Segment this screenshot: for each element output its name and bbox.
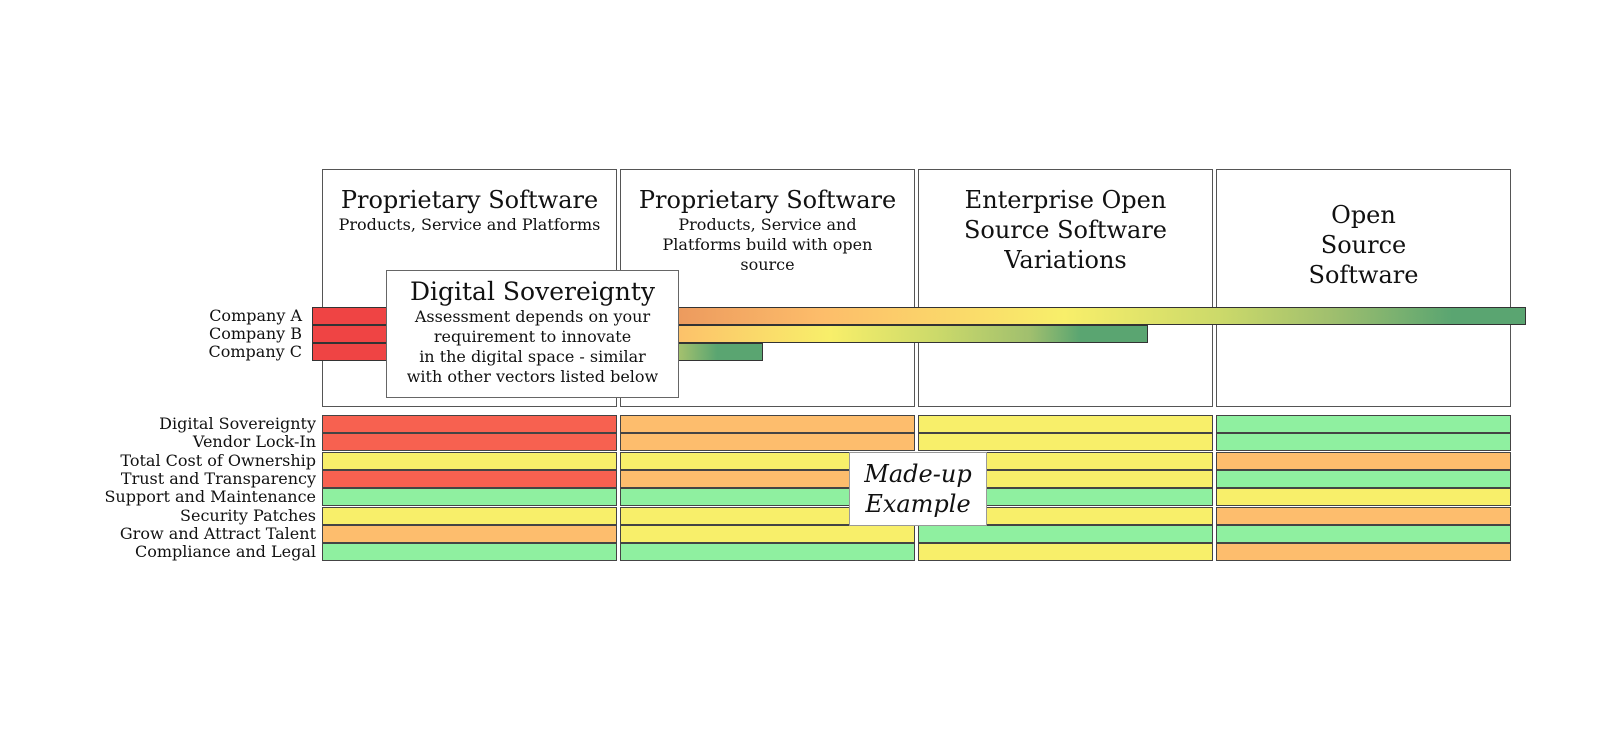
criterion-label: Support and Maintenance — [104, 487, 316, 506]
rating-cell-green — [918, 525, 1213, 543]
rating-cell-orange — [1216, 507, 1511, 525]
rating-cell-yellow — [322, 507, 617, 525]
criterion-label: Compliance and Legal — [134, 542, 316, 561]
watermark-line: Example — [865, 490, 971, 518]
rating-cell-green — [322, 543, 617, 561]
rating-cell-red — [322, 415, 617, 433]
rating-cell-orange — [620, 433, 915, 451]
rating-cell-red — [322, 433, 617, 451]
column-subtitle: Products, Service and Platforms build wi… — [662, 215, 873, 274]
rating-cell-yellow — [322, 452, 617, 470]
rating-cell-green — [1216, 470, 1511, 488]
criterion-label: Digital Sovereignty — [159, 414, 316, 433]
callout-line: Assessment depends on your — [414, 307, 651, 326]
rating-cell-orange — [1216, 543, 1511, 561]
criterion-label: Vendor Lock-In — [192, 432, 316, 451]
company-label-c: Company C — [208, 342, 303, 361]
callout-line: in the digital space - similar — [419, 347, 646, 366]
rating-cell-yellow — [620, 525, 915, 543]
rating-cell-orange — [620, 415, 915, 433]
criterion-label: Grow and Attract Talent — [119, 524, 316, 543]
rating-cell-yellow — [918, 433, 1213, 451]
rating-cell-yellow — [918, 543, 1213, 561]
made-up-example-label: Made-up Example — [849, 452, 987, 526]
rating-cell-red — [322, 470, 617, 488]
column-title: Enterprise Open Source Software Variatio… — [963, 186, 1168, 274]
rating-cell-green — [1216, 415, 1511, 433]
rating-cell-green — [1216, 433, 1511, 451]
column-title: Proprietary Software — [638, 186, 897, 214]
callout-line: with other vectors listed below — [406, 367, 659, 386]
rating-cell-yellow — [918, 415, 1213, 433]
company-label-a: Company A — [209, 306, 302, 325]
column-title: Proprietary Software — [340, 186, 599, 214]
company-label-b: Company B — [208, 324, 302, 343]
callout-line: requirement to innovate — [433, 327, 632, 346]
column-enterprise-open-source: Enterprise Open Source Software Variatio… — [918, 169, 1213, 407]
criterion-label: Total Cost of Ownership — [120, 451, 316, 470]
rating-cell-orange — [322, 525, 617, 543]
rating-cell-yellow — [1216, 488, 1511, 506]
criterion-label: Trust and Transparency — [120, 469, 316, 488]
column-open-source: Open Source Software — [1216, 169, 1511, 407]
rating-cell-green — [1216, 525, 1511, 543]
rating-cell-orange — [1216, 452, 1511, 470]
column-title: Open Source Software — [1308, 201, 1419, 289]
criterion-label: Security Patches — [180, 506, 316, 525]
rating-cell-green — [322, 488, 617, 506]
rating-cell-green — [620, 543, 915, 561]
watermark-line: Made-up — [864, 460, 972, 488]
digital-sovereignty-callout: Digital Sovereignty Assessment depends o… — [386, 270, 679, 398]
callout-title: Digital Sovereignty — [409, 277, 656, 306]
column-subtitle: Products, Service and Platforms — [338, 215, 601, 234]
